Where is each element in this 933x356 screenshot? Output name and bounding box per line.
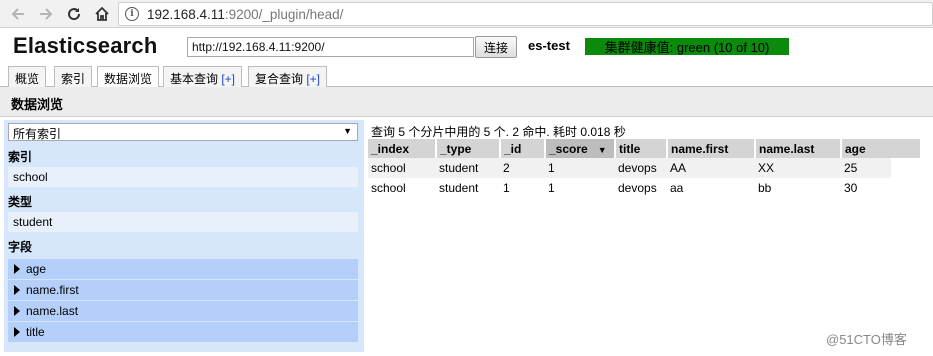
tab-label: 数据浏览 xyxy=(104,72,153,86)
sort-desc-icon: ▼ xyxy=(597,144,607,155)
tab-overview[interactable]: 概览 xyxy=(8,66,47,87)
table-cell: XX xyxy=(755,158,841,178)
section-header: 数据浏览 xyxy=(0,87,933,117)
url-path: :9200/_plugin/head/ xyxy=(224,6,344,22)
expand-triangle-icon xyxy=(14,285,20,295)
filter-sidebar: 所有索引 ▼ 索引 school 类型 student 字段 age name.… xyxy=(4,120,364,352)
column-header-name-last[interactable]: name.last xyxy=(755,139,842,158)
expand-triangle-icon xyxy=(14,264,20,274)
table-cell: 2 xyxy=(500,158,545,178)
expand-triangle-icon xyxy=(14,327,20,337)
column-header-label: _score xyxy=(549,141,588,156)
table-cell: 1 xyxy=(503,181,510,195)
table-cell: aa xyxy=(670,181,684,195)
tab-basic-query[interactable]: 基本查询 [+] xyxy=(163,66,243,87)
field-label: name.last xyxy=(26,304,79,318)
tab-label: 基本查询 xyxy=(170,72,222,86)
field-item-name-first[interactable]: name.first xyxy=(8,280,358,300)
address-bar[interactable]: i 192.168.4.11:9200/_plugin/head/ xyxy=(118,2,933,26)
field-item-title[interactable]: title xyxy=(8,322,358,342)
app-title: Elasticsearch xyxy=(13,33,158,58)
table-cell: AA xyxy=(667,158,755,178)
column-header-name-first[interactable]: name.first xyxy=(667,139,756,158)
reload-icon[interactable] xyxy=(64,4,84,24)
table-cell: 30 xyxy=(844,181,858,195)
cluster-health-badge: 集群健康值: green (10 of 10) xyxy=(585,38,789,55)
table-cell: 25 xyxy=(841,158,891,178)
table-row[interactable]: school student 1 1 devops aa bb 30 xyxy=(368,178,891,198)
url-host: 192.168.4.11 xyxy=(147,6,225,22)
table-cell: student xyxy=(439,181,479,195)
watermark: @51CTO博客 xyxy=(826,332,907,347)
field-label: age xyxy=(26,262,47,276)
table-cell: bb xyxy=(758,181,772,195)
field-item-age[interactable]: age xyxy=(8,259,358,279)
tab-label: 概览 xyxy=(15,72,40,86)
index-group-label: 索引 xyxy=(8,150,33,164)
table-row[interactable]: school student 2 1 devops AA XX 25 xyxy=(368,158,891,178)
column-header-type[interactable]: _type xyxy=(436,139,501,158)
browser-toolbar: i 192.168.4.11:9200/_plugin/head/ xyxy=(0,0,933,28)
cluster-name: es-test xyxy=(528,38,570,53)
index-select[interactable]: 所有索引 ▼ xyxy=(8,123,358,141)
tab-compound-query[interactable]: 复合查询 [+] xyxy=(248,66,328,87)
field-label: name.first xyxy=(26,283,79,297)
column-header-title[interactable]: title xyxy=(615,139,668,158)
tab-label: 复合查询 xyxy=(255,72,307,86)
column-header-age[interactable]: age xyxy=(841,139,892,158)
forward-arrow-icon[interactable] xyxy=(36,4,56,24)
field-item-name-last[interactable]: name.last xyxy=(8,301,358,321)
tab-label: 索引 xyxy=(61,72,86,86)
tab-data-browser[interactable]: 数据浏览 xyxy=(97,66,160,88)
fields-group-label: 字段 xyxy=(8,240,33,254)
expand-triangle-icon xyxy=(14,306,20,316)
column-header-index[interactable]: _index xyxy=(368,139,437,158)
field-label: title xyxy=(26,325,45,339)
table-cell: school xyxy=(371,181,406,195)
table-cell: school xyxy=(368,158,436,178)
tab-plus: [+] xyxy=(306,72,321,86)
table-cell: 1 xyxy=(548,181,555,195)
info-icon[interactable]: i xyxy=(125,7,139,21)
connect-button[interactable]: 连接 xyxy=(475,36,517,58)
dropdown-arrow-icon: ▼ xyxy=(343,126,352,136)
tab-plus: [+] xyxy=(221,72,236,86)
table-cell: devops xyxy=(618,181,657,195)
table-cell: 1 xyxy=(545,158,615,178)
connect-url-input[interactable] xyxy=(187,37,474,57)
section-title: 数据浏览 xyxy=(11,97,64,112)
table-cell: student xyxy=(436,158,500,178)
results-table: _index _type _id _score ▼ title name.firs… xyxy=(368,139,892,198)
home-icon[interactable] xyxy=(92,4,112,24)
tab-indices[interactable]: 索引 xyxy=(54,66,93,87)
index-item-school[interactable]: school xyxy=(8,167,358,187)
url-text: 192.168.4.11:9200/_plugin/head/ xyxy=(147,7,343,22)
table-cell: devops xyxy=(615,158,667,178)
column-header-id[interactable]: _id xyxy=(500,139,546,158)
column-header-score[interactable]: _score ▼ xyxy=(545,139,616,158)
query-stats: 查询 5 个分片中用的 5 个. 2 命中. 耗时 0.018 秒 xyxy=(371,125,626,139)
type-group-label: 类型 xyxy=(8,195,33,209)
type-item-student[interactable]: student xyxy=(8,212,358,232)
index-select-value: 所有索引 xyxy=(13,127,62,141)
tab-bar: 概览 索引 数据浏览 基本查询 [+] 复合查询 [+] xyxy=(0,63,933,88)
header-filler xyxy=(890,139,920,158)
header-row: _index _type _id _score ▼ title name.firs… xyxy=(368,139,892,158)
back-arrow-icon[interactable] xyxy=(8,4,28,24)
